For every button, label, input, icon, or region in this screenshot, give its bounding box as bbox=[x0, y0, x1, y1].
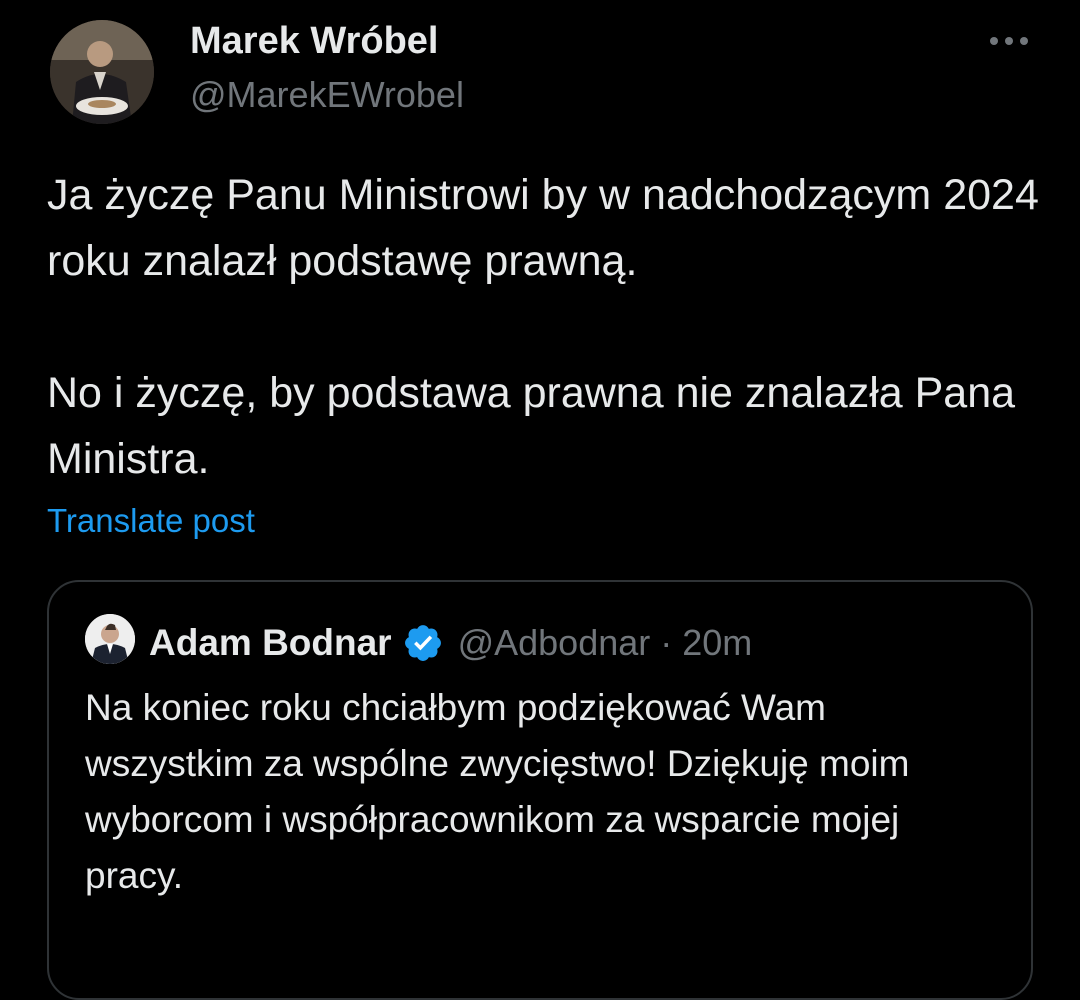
quoted-post-text: Na koniec roku chciałbym podziękować Wam… bbox=[85, 687, 910, 896]
author-name[interactable]: Marek Wróbel bbox=[190, 20, 438, 63]
post-paragraph: No i życzę, by podstawa prawna nie znala… bbox=[47, 369, 1016, 483]
quoted-author-handle[interactable]: @Adbodnar bbox=[458, 622, 651, 664]
user-photo-icon bbox=[85, 614, 135, 664]
translate-post-link[interactable]: Translate post bbox=[47, 502, 255, 540]
quoted-post-timestamp[interactable]: 20m bbox=[682, 622, 752, 664]
user-photo-icon bbox=[50, 20, 154, 124]
quoted-post-card[interactable]: Adam Bodnar @Adbodnar · 20m Na koniec ro… bbox=[47, 580, 1033, 1000]
quoted-author-avatar[interactable] bbox=[85, 614, 135, 664]
separator-dot: · bbox=[660, 622, 673, 663]
author-handle[interactable]: @MarekEWrobel bbox=[190, 74, 464, 116]
more-horizontal-icon[interactable] bbox=[984, 26, 1034, 56]
post-paragraph: Ja życzę Panu Ministrowi by w nadchodząc… bbox=[47, 171, 1039, 285]
quoted-post-header: Adam Bodnar @Adbodnar · 20m bbox=[149, 618, 752, 668]
post-text: Ja życzę Panu Ministrowi by w nadchodząc… bbox=[47, 162, 1047, 492]
verified-badge-icon bbox=[402, 622, 444, 664]
author-avatar[interactable] bbox=[50, 20, 154, 124]
quoted-author-name[interactable]: Adam Bodnar bbox=[149, 622, 392, 664]
